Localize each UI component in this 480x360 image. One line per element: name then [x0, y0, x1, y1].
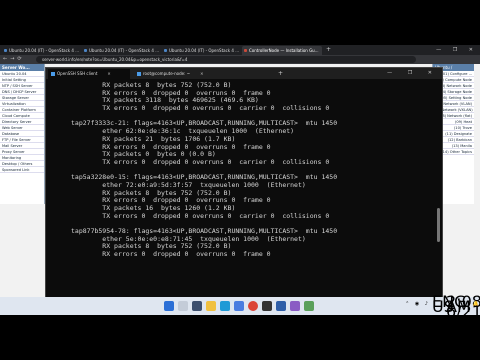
tab-favicon-icon — [4, 49, 7, 52]
app-icon[interactable] — [290, 301, 300, 311]
browser-tab[interactable]: Ubuntu 20.04 (IT) - OpenStack 4 ... — [162, 46, 240, 55]
terminal-window-controls[interactable]: — ❐ ✕ — [387, 68, 439, 79]
language-indicator[interactable]: ENG US — [432, 294, 466, 315]
browser-tab-label: ControllerNode — Installation Gu... — [249, 48, 319, 53]
terminal-icon — [137, 72, 141, 76]
close-tab-icon[interactable]: ✕ — [200, 71, 203, 76]
browser-tab-label: Ubuntu 20.04 (IT) - OpenStack 4 ... — [89, 48, 160, 53]
terminal-line: TX errors 0 dropped 0 overruns 0 carrier… — [71, 157, 330, 166]
taskbar: ⌃ ◉ ♪ ENG US 2:08 AM 6/21/2022 🔔 — [0, 294, 480, 316]
browser-tab-active[interactable]: ControllerNode — Installation Gu... — [242, 46, 322, 55]
store-icon[interactable] — [234, 301, 244, 311]
task-view-icon[interactable] — [192, 301, 202, 311]
system-tray-icons[interactable]: ⌃ ◉ ♪ — [405, 301, 430, 307]
tab-favicon-icon — [84, 49, 87, 52]
notification-icon[interactable]: 🔔 — [473, 301, 479, 307]
terminal-scrollbar[interactable] — [437, 208, 440, 242]
desktop-frame: Ubuntu 20.04 (IT) - OpenStack 4 ... Ubun… — [0, 45, 480, 315]
terminal-tab[interactable]: root@compute-node: ~ ✕ — [134, 69, 230, 79]
browser-window-controls[interactable]: — ❐ ✕ — [436, 45, 478, 55]
terminal-tab-active[interactable]: OpenSSH SSH client ✕ — [48, 69, 130, 79]
new-terminal-tab-button[interactable]: + — [278, 68, 283, 79]
left-sidebar-header: Server Wo... — [0, 64, 44, 71]
new-browser-tab-button[interactable]: + — [326, 46, 331, 54]
address-bar[interactable]: server-world.info/en/note?os=Ubuntu_20.0… — [36, 56, 416, 63]
language-region: US — [432, 297, 454, 315]
clock[interactable]: 2:08 AM 6/21/2022 — [446, 294, 480, 316]
chrome-icon[interactable] — [248, 301, 258, 311]
terminal-tab-label: root@compute-node: ~ — [143, 71, 191, 76]
edge-icon[interactable] — [220, 301, 230, 311]
tab-favicon-icon — [244, 49, 247, 52]
terminal-output[interactable]: RX packets 8 bytes 752 (752.0 B) RX erro… — [46, 79, 442, 308]
left-sidebar-item: Sponsored Link — [0, 167, 44, 173]
terminal-window[interactable]: OpenSSH SSH client ✕ root@compute-node: ~… — [45, 67, 443, 309]
tab-favicon-icon — [164, 49, 167, 52]
left-sidebar: Server Wo... Ubuntu 20.04 Initial Settin… — [0, 64, 45, 204]
terminal-line: TX errors 0 dropped 0 overruns 0 carrier… — [71, 104, 330, 113]
browser-nav-icons[interactable]: ←→⟳ — [3, 55, 25, 64]
screen: Ubuntu 20.04 (IT) - OpenStack 4 ... Ubun… — [0, 0, 480, 360]
app-icon[interactable] — [304, 301, 314, 311]
terminal-line: TX errors 0 dropped 0 overruns 0 carrier… — [71, 211, 330, 220]
browser-tab-label: Ubuntu 20.04 (IT) - OpenStack 4 ... — [169, 48, 240, 53]
terminal-taskbar-icon[interactable] — [262, 301, 272, 311]
browser-tab-label: Ubuntu 20.04 (IT) - OpenStack 4 ... — [9, 48, 80, 53]
terminal-titlebar[interactable]: OpenSSH SSH client ✕ root@compute-node: ~… — [46, 68, 442, 79]
terminal-tab-label: OpenSSH SSH client — [57, 71, 98, 76]
browser-tab[interactable]: Ubuntu 20.04 (IT) - OpenStack 4 ... — [82, 46, 160, 55]
browser-toolbar: ←→⟳ server-world.info/en/note?os=Ubuntu_… — [0, 55, 480, 64]
terminal-line: RX errors 0 dropped 0 overruns 0 frame 0 — [71, 250, 271, 259]
search-icon[interactable] — [178, 301, 188, 311]
browser-tab[interactable]: Ubuntu 20.04 (IT) - OpenStack 4 ... — [2, 46, 80, 55]
taskbar-icons — [164, 300, 324, 312]
terminal-icon — [51, 72, 55, 76]
virtualbox-icon[interactable] — [276, 301, 286, 311]
file-explorer-icon[interactable] — [206, 301, 216, 311]
close-tab-icon[interactable]: ✕ — [107, 71, 110, 76]
clock-date: 6/21/2022 — [446, 302, 480, 316]
start-icon[interactable] — [164, 301, 174, 311]
browser-tab-strip: Ubuntu 20.04 (IT) - OpenStack 4 ... Ubun… — [0, 45, 480, 55]
